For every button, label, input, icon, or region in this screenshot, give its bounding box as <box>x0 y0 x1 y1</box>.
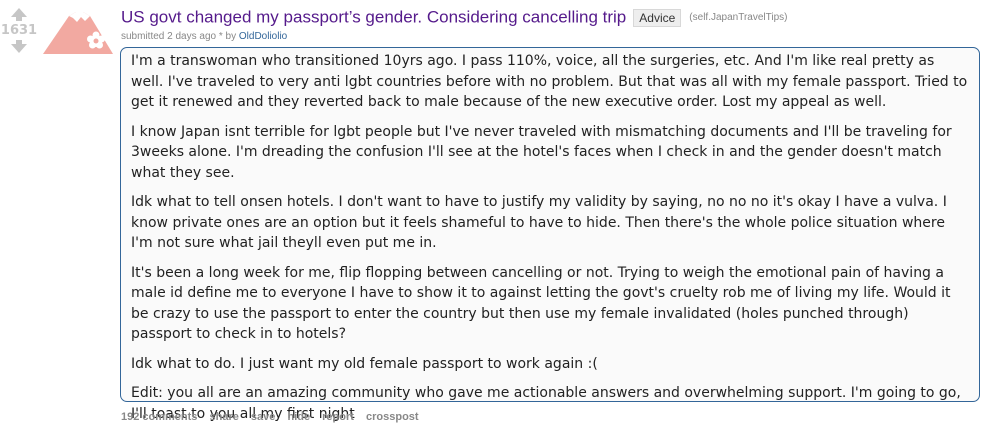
body-paragraph: I'm a transwoman who transitioned 10yrs … <box>131 53 968 110</box>
body-paragraph: It's been a long week for me, flip flopp… <box>131 264 951 343</box>
post-title-link[interactable]: US govt changed my passport’s gender. Co… <box>121 8 626 27</box>
author-link[interactable]: OldDoliolio <box>239 31 287 42</box>
post-tagline: submitted 2 days ago * by OldDoliolio <box>121 31 287 42</box>
admin-marker: * <box>218 31 223 42</box>
vote-column: 1631 <box>0 8 38 53</box>
body-paragraph: Idk what to do. I just want my old femal… <box>131 355 598 372</box>
post-body: I'm a transwoman who transitioned 10yrs … <box>120 47 980 422</box>
report-button[interactable]: report <box>322 411 354 423</box>
hide-button[interactable]: hide <box>287 411 310 423</box>
submitted-label: submitted <box>121 31 165 42</box>
body-paragraph: Idk what to tell onsen hotels. I don't w… <box>131 194 947 251</box>
comments-link[interactable]: 192 comments <box>121 411 197 423</box>
thumbnail-image[interactable] <box>43 6 113 54</box>
share-button[interactable]: share <box>210 411 239 423</box>
post-domain-link[interactable]: (self.JapanTravelTips) <box>689 12 787 23</box>
post-buttons: 192 comments share save hide report cros… <box>121 411 428 423</box>
downvote-arrow-icon[interactable] <box>11 40 27 53</box>
title-row: US govt changed my passport’s gender. Co… <box>121 7 787 28</box>
score: 1631 <box>0 23 38 38</box>
by-label: by <box>225 31 237 42</box>
post-flair-badge: Advice <box>633 8 682 27</box>
body-paragraph: I know Japan isnt terrible for lgbt peop… <box>131 123 952 181</box>
time-ago: 2 days ago <box>167 31 217 42</box>
upvote-arrow-icon[interactable] <box>11 8 27 21</box>
save-button[interactable]: save <box>251 411 275 423</box>
crosspost-button[interactable]: crosspost <box>366 411 419 423</box>
